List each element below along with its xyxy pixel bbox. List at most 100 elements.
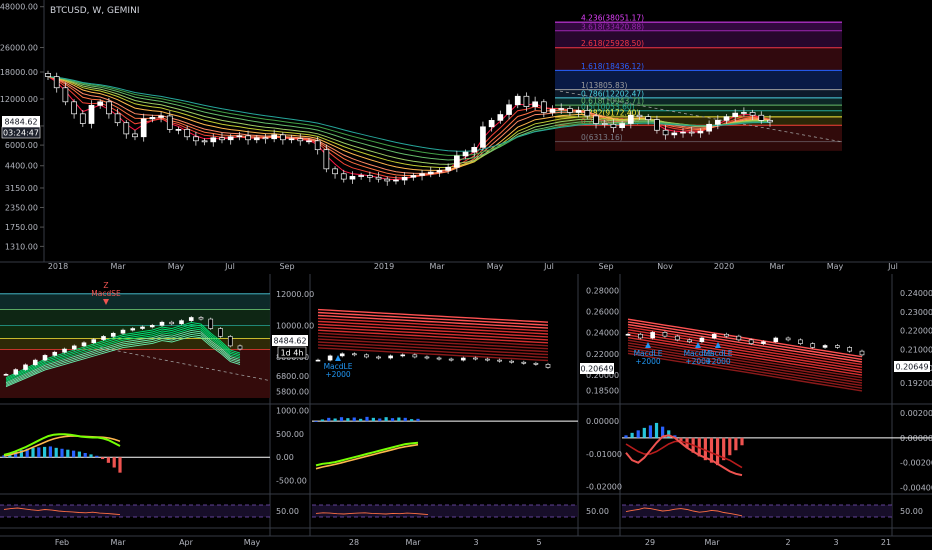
chart-title: BTCUSD, W, GEMINI (50, 6, 139, 16)
candle (364, 354, 369, 358)
candle (699, 337, 705, 343)
histogram-bar (384, 417, 388, 422)
candle (227, 336, 233, 347)
histogram-bar (403, 417, 407, 422)
candle (497, 359, 502, 362)
candle (388, 355, 393, 359)
sub-panes[interactable]: 12000.0010000.008000.006800.005800.00ZMa… (0, 274, 932, 550)
pane-1-rsi[interactable]: 50.00 (0, 504, 299, 518)
candle (237, 345, 243, 350)
candle (488, 120, 495, 128)
candle (674, 335, 680, 341)
candle (654, 119, 660, 131)
candle (741, 112, 747, 114)
y-tick-label: 26000.00 (0, 44, 38, 53)
countdown-label: 03:24:47 (3, 129, 39, 138)
fib-zone (0, 309, 270, 326)
y-tick-label: -0.00200 (900, 459, 932, 468)
candle (71, 345, 77, 350)
candle (485, 358, 490, 361)
pane-3-rsi[interactable]: 50.00 (622, 504, 923, 518)
histogram-bar (77, 451, 81, 458)
histogram-bar (314, 421, 318, 422)
x-tick-label: May (244, 538, 261, 547)
candle (645, 116, 652, 120)
sub-chart-panes[interactable]: 12000.0010000.008000.006800.005800.00ZMa… (0, 274, 932, 550)
histogram-bar (740, 437, 744, 446)
histogram-bar (416, 418, 420, 422)
candle (436, 170, 443, 173)
x-tick-label: 2020 (714, 262, 734, 271)
candle (91, 339, 97, 344)
histogram-bar (48, 446, 52, 458)
y-tick-label: 50.00 (276, 507, 299, 516)
y-tick-label: 1000.00 (276, 406, 309, 415)
y-tick-label: 1310.00 (5, 242, 38, 251)
candle (748, 339, 754, 344)
pane-2-rsi[interactable]: 50.00 (312, 504, 609, 518)
x-tick-label: Sep (598, 262, 613, 271)
x-tick-label: 2 (785, 538, 790, 547)
candle (401, 176, 408, 181)
candle (149, 117, 156, 120)
candle (227, 136, 234, 141)
histogram-bar (31, 447, 35, 458)
candle (179, 320, 184, 325)
candle (123, 122, 130, 135)
fibonacci-extension: 4.236(38051.17)3.618(33420.88)2.618(2592… (555, 14, 843, 151)
candle (521, 361, 527, 364)
x-tick-label: Jul (543, 262, 554, 271)
candle (732, 112, 739, 118)
main-chart[interactable]: 4.236(38051.17)3.618(33420.88)2.618(2592… (0, 0, 932, 272)
candle (62, 348, 67, 353)
histogram-bar (365, 416, 369, 422)
candle (835, 345, 840, 348)
histogram-bar (101, 457, 105, 460)
candle (462, 151, 469, 157)
candle (424, 356, 430, 359)
x-tick-label: Mar (704, 538, 720, 547)
candle (130, 328, 136, 331)
candle (384, 178, 391, 182)
candle (315, 359, 321, 362)
candle (71, 101, 77, 115)
rsi-band (312, 505, 578, 517)
pane-3-price-box: 0.20649 (894, 361, 930, 372)
histogram-bar (378, 418, 382, 422)
y-tick-label: 0.22000 (900, 327, 932, 336)
candle (288, 138, 295, 141)
x-tick-label: Feb (55, 538, 69, 547)
candle (532, 101, 538, 107)
pane-1-price[interactable]: 12000.0010000.008000.006800.005800.00ZMa… (0, 281, 314, 398)
candle (280, 134, 286, 141)
x-tick-label: 29 (645, 538, 655, 547)
candle (32, 359, 38, 366)
main-chart-pane[interactable]: 4.236(38051.17) 3.618(33420.88) 2.618(2592… (0, 0, 932, 272)
candle (314, 140, 321, 151)
candle (533, 362, 539, 365)
histogram-bar (654, 422, 659, 438)
candle (198, 317, 204, 320)
candle (262, 137, 269, 140)
y-tick-label: 5800.00 (276, 388, 309, 397)
candle (410, 175, 417, 178)
fib-level-label: 2.618(25928.50) (581, 39, 644, 48)
fib-level-label: 3.618(33420.88) (581, 22, 644, 31)
candle (253, 137, 260, 141)
candle (506, 104, 512, 115)
candle (412, 354, 418, 358)
candle (761, 341, 766, 344)
pane-2-last-price: 0.20649 (580, 365, 613, 374)
y-tick-label: -500.00 (276, 477, 307, 486)
y-tick-label: 2350.00 (5, 203, 38, 212)
x-tick-label: Mar (429, 262, 445, 271)
candle (847, 347, 852, 352)
candle (393, 179, 399, 182)
candle (810, 343, 816, 348)
candle (697, 130, 704, 134)
y-tick-label: -0.00400 (900, 484, 932, 493)
candle (575, 110, 582, 113)
candle (306, 140, 312, 143)
histogram-bar (648, 425, 653, 438)
pane-1-last-price: 8484.62 (273, 337, 306, 346)
